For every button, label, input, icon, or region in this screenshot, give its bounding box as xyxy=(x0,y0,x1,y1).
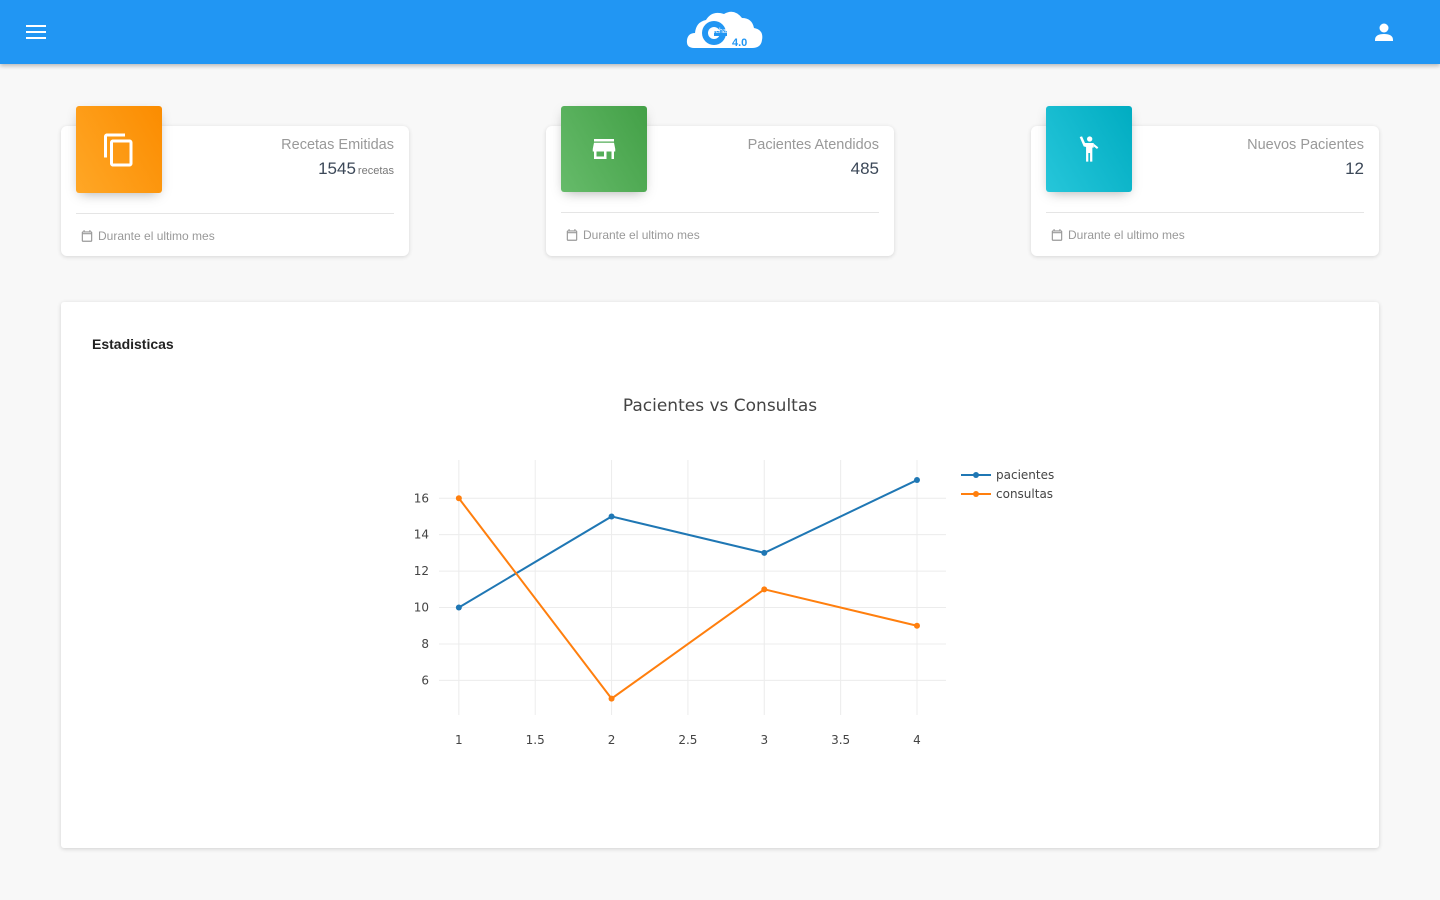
data-point-consultas xyxy=(913,622,920,629)
line-chart[interactable]: Pacientes vs Consultas 1 1.5 2 2.5 3 3.5 4 6 8 10 1… xyxy=(61,302,1379,848)
account-icon xyxy=(1375,23,1393,41)
divider xyxy=(561,212,879,213)
person-raised-hand-icon xyxy=(1079,136,1099,162)
stat-footer: Durante el ultimo mes xyxy=(80,229,215,243)
stat-value: 1545 recetas xyxy=(318,159,394,179)
stat-footer-text: Durante el ultimo mes xyxy=(583,228,700,242)
stat-footer-text: Durante el ultimo mes xyxy=(98,229,215,243)
data-point-pacientes xyxy=(455,604,462,611)
y-tick-label: 12 xyxy=(414,564,429,578)
divider xyxy=(1046,212,1364,213)
y-tick-label: 10 xyxy=(414,601,429,615)
x-tick-label: 3.5 xyxy=(831,733,850,747)
stat-icon-box xyxy=(561,106,647,192)
user-account-button[interactable] xyxy=(1370,18,1398,46)
stat-unit: recetas xyxy=(357,165,394,177)
x-tick-label: 2.5 xyxy=(678,733,697,747)
stat-footer: Durante el ultimo mes xyxy=(565,228,700,242)
stat-number: 12 xyxy=(1345,159,1364,178)
menu-icon xyxy=(26,25,46,39)
data-point-pacientes xyxy=(913,477,920,484)
legend-label-pacientes: pacientes xyxy=(996,468,1054,482)
data-point-consultas xyxy=(761,586,768,593)
stat-footer: Durante el ultimo mes xyxy=(1050,228,1185,242)
menu-button[interactable] xyxy=(22,18,50,46)
data-point-pacientes xyxy=(761,549,768,556)
stat-card-nuevos-pacientes: Nuevos Pacientes 12 Durante el ultimo me… xyxy=(1031,106,1379,256)
legend-marker-pacientes xyxy=(973,472,979,478)
stat-card-pacientes-atendidos: Pacientes Atendidos 485 Durante el ultim… xyxy=(546,106,894,256)
y-tick-label: 6 xyxy=(421,673,429,687)
x-tick-label: 2 xyxy=(608,733,616,747)
x-tick-label: 4 xyxy=(913,733,921,747)
x-tick-label: 3 xyxy=(760,733,768,747)
stat-title: Nuevos Pacientes xyxy=(1247,137,1364,153)
stat-title: Recetas Emitidas xyxy=(281,137,394,153)
top-app-bar: ficha 4.0 xyxy=(0,0,1440,64)
stat-title: Pacientes Atendidos xyxy=(747,137,879,153)
stat-value: 12 xyxy=(1345,159,1364,179)
x-tick-label: 1 xyxy=(455,733,463,747)
stat-card-recetas: Recetas Emitidas 1545 recetas Durante el … xyxy=(61,106,409,256)
svg-text:ficha: ficha xyxy=(712,28,727,35)
stat-footer-text: Durante el ultimo mes xyxy=(1068,228,1185,242)
calendar-icon xyxy=(1051,229,1063,241)
stat-number: 1545 xyxy=(318,159,356,178)
y-tick-label: 16 xyxy=(414,491,429,505)
statistics-card: Estadisticas Pacientes vs Consultas 1 1.5 2… xyxy=(61,302,1379,848)
stat-icon-box xyxy=(1046,106,1132,192)
app-logo[interactable]: ficha 4.0 xyxy=(684,6,768,56)
y-tick-label: 8 xyxy=(421,637,429,651)
calendar-icon xyxy=(81,230,93,242)
data-point-consultas xyxy=(455,495,462,502)
store-icon xyxy=(592,139,616,159)
legend-marker-consultas xyxy=(973,491,979,497)
copy-icon xyxy=(104,133,133,166)
divider xyxy=(76,213,394,214)
calendar-icon xyxy=(566,229,578,241)
data-point-consultas xyxy=(608,695,615,702)
chart-title: Pacientes vs Consultas xyxy=(623,396,817,416)
data-point-pacientes xyxy=(608,513,615,520)
legend-label-consultas: consultas xyxy=(996,487,1053,501)
stat-number: 485 xyxy=(850,159,879,178)
stat-value: 485 xyxy=(851,159,879,179)
y-tick-label: 14 xyxy=(414,528,429,542)
stat-icon-box xyxy=(76,106,162,193)
x-tick-label: 1.5 xyxy=(526,733,545,747)
logo-version: 4.0 xyxy=(732,37,747,49)
